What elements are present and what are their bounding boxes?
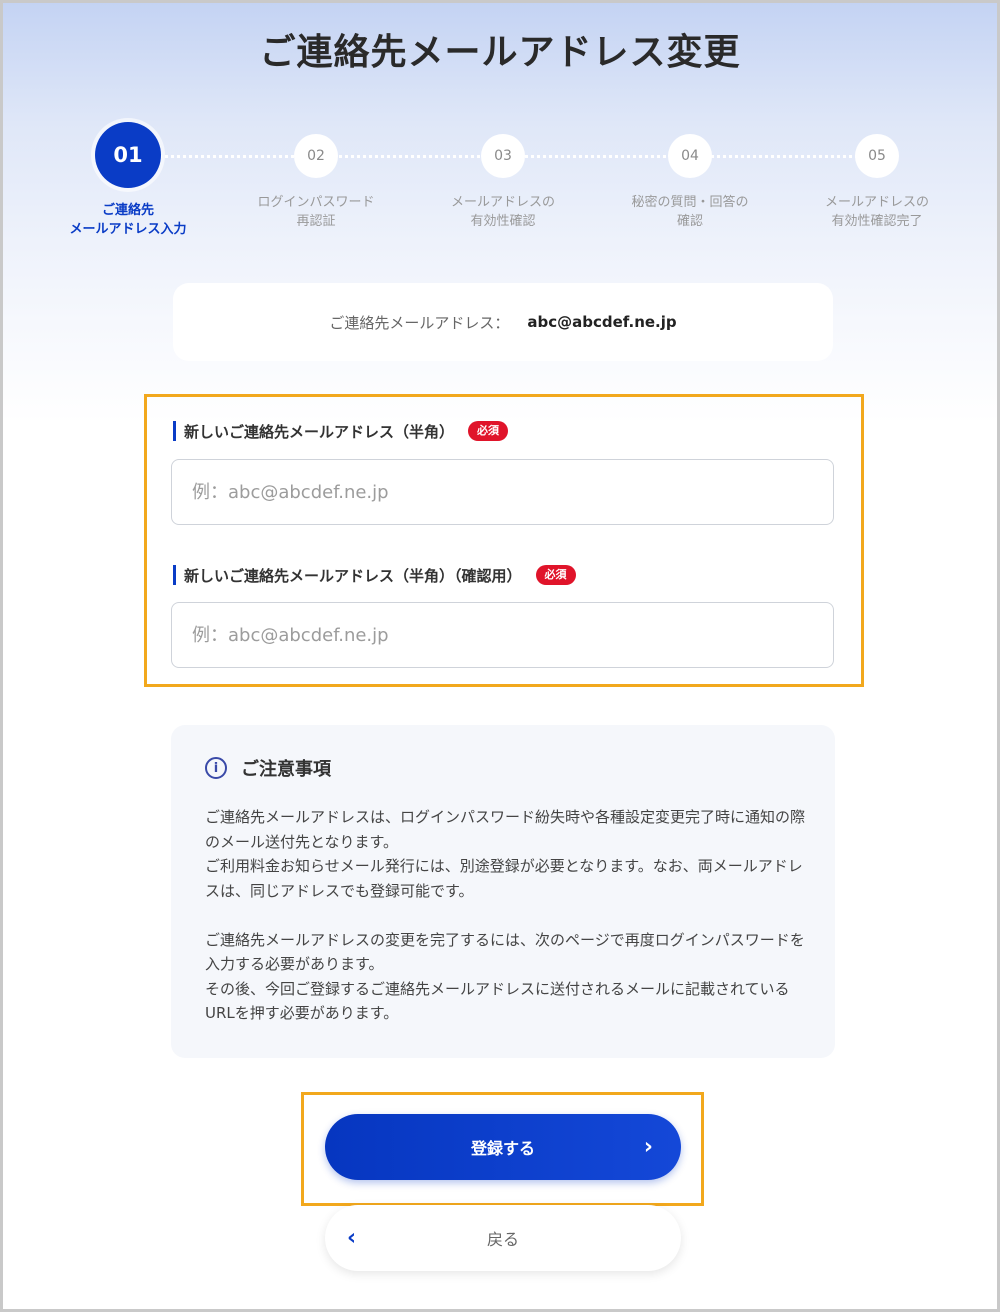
notice-panel: i ご注意事項 ご連絡先メールアドレスは、ログインパスワード紛失時や各種設定変更… — [171, 725, 835, 1058]
confirm-email-label-text: 新しいご連絡先メールアドレス（半角）（確認用） — [184, 566, 522, 585]
current-email-value: abc@abcdef.ne.jp — [527, 313, 677, 331]
step-2-number: 02 — [294, 134, 338, 178]
step-2-label: ログインパスワード 再認証 — [257, 195, 375, 229]
notice-body: ご連絡先メールアドレスは、ログインパスワード紛失時や各種設定変更完了時に通知の際… — [205, 808, 806, 1022]
notice-title: ご注意事項 — [241, 759, 331, 780]
chevron-right-icon: › — [643, 1134, 653, 1160]
page-title: ご連絡先メールアドレス変更 — [259, 32, 741, 73]
new-email-label-text: 新しいご連絡先メールアドレス（半角） — [184, 422, 455, 441]
new-email-label: 新しいご連絡先メールアドレス（半角） 必須 — [173, 421, 509, 441]
notice-header: i ご注意事項 — [205, 755, 331, 781]
step-3-label: メールアドレスの 有効性確認 — [450, 195, 555, 229]
step-4-number: 04 — [668, 134, 712, 178]
required-badge: 必須 — [468, 421, 509, 441]
page-frame: ご連絡先メールアドレス変更 01 ご連絡先 メールアドレス入力 02 ログインパ… — [0, 0, 1000, 1312]
step-1-label: ご連絡先 メールアドレス入力 — [69, 203, 187, 237]
step-4-label: 秘密の質問・回答の 確認 — [631, 195, 749, 229]
step-5-label: メールアドレスの 有効性確認完了 — [824, 195, 929, 229]
progress-stepper: 01 ご連絡先 メールアドレス入力 02 ログインパスワード 再認証 03 メー… — [3, 121, 997, 241]
step-3-number: 03 — [481, 134, 525, 178]
current-email-card: ご連絡先メールアドレス： abc@abcdef.ne.jp — [173, 283, 833, 361]
back-button[interactable]: ‹ 戻る — [325, 1205, 681, 1271]
chevron-left-icon: ‹ — [347, 1225, 357, 1251]
step-5-number: 05 — [855, 134, 899, 178]
confirm-email-label: 新しいご連絡先メールアドレス（半角）（確認用） 必須 — [173, 565, 576, 585]
required-badge: 必須 — [535, 565, 576, 585]
step-1-number: 01 — [95, 122, 161, 188]
new-email-input[interactable] — [171, 459, 834, 525]
submit-button-label: 登録する — [470, 1139, 535, 1158]
submit-button[interactable]: 登録する › — [325, 1114, 681, 1180]
confirm-email-input[interactable] — [171, 602, 834, 668]
current-email-label: ご連絡先メールアドレス： — [329, 313, 510, 332]
info-icon: i — [205, 757, 227, 779]
back-button-label: 戻る — [486, 1230, 519, 1249]
